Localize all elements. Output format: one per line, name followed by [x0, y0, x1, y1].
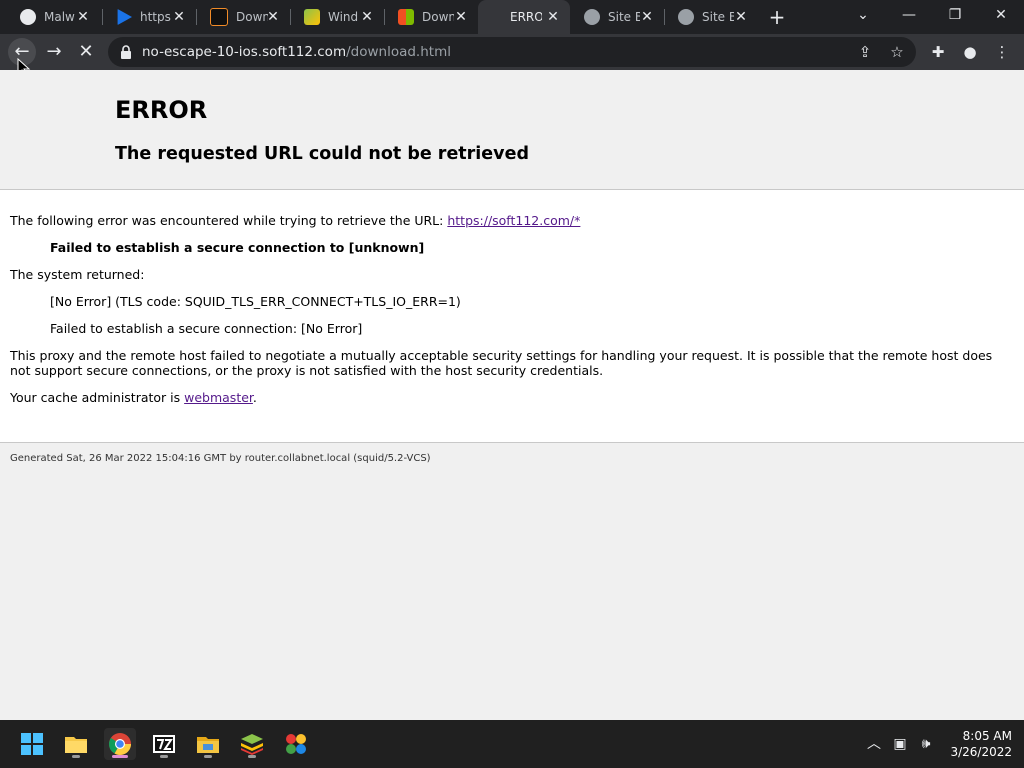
globe-icon — [584, 9, 600, 25]
tab-label: Site B — [608, 10, 640, 24]
profile-icon[interactable]: ● — [960, 42, 980, 62]
admin-suffix: . — [252, 390, 257, 405]
failure-message: Failed to establish a secure connection … — [50, 240, 425, 255]
share-icon[interactable]: ⇪ — [856, 43, 874, 61]
windows-start-button[interactable] — [16, 728, 48, 760]
download-app-icon — [210, 8, 228, 26]
taskbar-multi-app[interactable] — [280, 728, 312, 760]
tab-label: Site B — [702, 10, 734, 24]
webmaster-link[interactable]: webmaster — [184, 390, 253, 405]
tab-label: Wind — [328, 10, 359, 24]
lock-icon[interactable] — [120, 45, 132, 59]
admin-prefix: Your cache administrator is — [10, 390, 185, 405]
page-title: ERROR — [115, 96, 208, 124]
tab-separator — [290, 9, 291, 25]
restore-button[interactable]: ❐ — [932, 0, 978, 34]
bluestacks-icon — [304, 9, 320, 25]
requested-url-link[interactable]: https://soft112.com/* — [447, 213, 580, 228]
error-page: ERROR The requested URL could not be ret… — [0, 70, 1024, 720]
tab-search-chevron-down-icon[interactable]: ⌄ — [840, 0, 886, 34]
running-indicator — [160, 755, 168, 758]
bookmark-star-icon[interactable]: ☆ — [888, 43, 906, 61]
secure-connection-failure: Failed to establish a secure connection:… — [50, 321, 363, 336]
tab-close-icon[interactable]: ✕ — [266, 10, 280, 24]
tab-download-1[interactable]: Down ✕ — [198, 0, 290, 34]
intro-text: The following error was encountered whil… — [10, 213, 448, 228]
tab-site-b-2[interactable]: Site B ✕ — [666, 0, 758, 34]
address-bar[interactable]: no-escape-10-ios.soft112.com/download.ht… — [108, 37, 916, 67]
running-indicator — [248, 755, 256, 758]
multi-app-icon — [286, 734, 306, 754]
taskbar-folder[interactable] — [192, 728, 224, 760]
clock-time: 8:05 AM — [962, 729, 1012, 743]
generated-footer: Generated Sat, 26 Mar 2022 15:04:16 GMT … — [10, 453, 431, 464]
stop-loading-button[interactable]: ✕ — [72, 38, 100, 66]
taskbar-file-explorer[interactable] — [60, 728, 92, 760]
tab-windows[interactable]: Wind ✕ — [292, 0, 384, 34]
tls-code: [No Error] (TLS code: SQUID_TLS_ERR_CONN… — [50, 294, 461, 309]
tab-close-icon[interactable]: ✕ — [454, 10, 468, 24]
tab-malware[interactable]: Malw ✕ — [8, 0, 100, 34]
system-clock[interactable]: 8:05 AM 3/26/2022 — [940, 728, 1012, 760]
microsoft-icon — [398, 9, 414, 25]
tab-separator — [384, 9, 385, 25]
tab-close-icon[interactable]: ✕ — [640, 10, 654, 24]
menu-kebab-icon[interactable]: ⋮ — [992, 42, 1012, 62]
tab-separator — [196, 9, 197, 25]
clock-date: 3/26/2022 — [950, 745, 1012, 759]
taskbar-chrome[interactable] — [104, 728, 136, 760]
globe-icon — [678, 9, 694, 25]
tab-download-2[interactable]: Down ✕ — [386, 0, 478, 34]
taskbar-7zip[interactable] — [148, 728, 180, 760]
explanation-paragraph: This proxy and the remote host failed to… — [10, 348, 993, 378]
browser-toolbar: ← → ✕ no-escape-10-ios.soft112.com/downl… — [0, 34, 1024, 70]
tab-close-icon[interactable]: ✕ — [172, 10, 186, 24]
tab-label: Down — [422, 10, 454, 24]
volume-icon[interactable]: 🕪 — [916, 734, 936, 754]
tab-label: Malw — [44, 10, 75, 24]
new-tab-button[interactable]: + — [766, 6, 788, 28]
tab-error-active[interactable]: ERRO ✕ — [478, 0, 570, 34]
tab-close-icon[interactable]: ✕ — [360, 10, 374, 24]
tab-separator — [664, 9, 665, 25]
play-triangle-icon — [117, 9, 132, 25]
running-indicator — [72, 755, 80, 758]
tab-label: https: — [140, 10, 172, 24]
close-window-button[interactable]: ✕ — [978, 0, 1024, 34]
tab-label: ERRO — [510, 10, 542, 24]
taskbar-bluestacks[interactable] — [236, 728, 268, 760]
network-icon[interactable]: ▣ — [890, 734, 910, 754]
tab-close-icon[interactable]: ✕ — [546, 10, 560, 24]
extensions-puzzle-icon[interactable]: ✚ — [928, 42, 948, 62]
windows-start-icon — [21, 733, 43, 755]
tab-close-icon[interactable]: ✕ — [734, 10, 748, 24]
tab-https[interactable]: https: ✕ — [104, 0, 196, 34]
error-intro: The following error was encountered whil… — [10, 213, 580, 228]
tab-separator — [102, 9, 103, 25]
running-indicator — [204, 755, 212, 758]
page-subtitle: The requested URL could not be retrieved — [115, 144, 529, 164]
minimize-button[interactable]: — — [886, 0, 932, 34]
url-text[interactable]: no-escape-10-ios.soft112.com/download.ht… — [142, 44, 451, 60]
windows-taskbar: ︿ ▣ 🕪 8:05 AM 3/26/2022 — [0, 720, 1024, 768]
admin-line: Your cache administrator is webmaster. — [10, 390, 257, 405]
error-content: The following error was encountered whil… — [0, 190, 1024, 443]
tab-close-icon[interactable]: ✕ — [76, 10, 90, 24]
url-path: /download.html — [346, 44, 451, 60]
browser-tab-strip: Malw ✕ https: ✕ Down ✕ Wind ✕ Down ✕ ERR… — [0, 0, 1024, 34]
url-domain: no-escape-10-ios.soft112.com — [142, 44, 347, 60]
active-indicator — [112, 755, 128, 758]
tray-chevron-up-icon[interactable]: ︿ — [864, 734, 884, 754]
error-header: ERROR The requested URL could not be ret… — [0, 70, 1024, 190]
tab-site-b-1[interactable]: Site B ✕ — [572, 0, 664, 34]
system-returned-label: The system returned: — [10, 267, 145, 282]
github-icon — [20, 9, 36, 25]
forward-button[interactable]: → — [40, 38, 68, 66]
tab-label: Down — [236, 10, 268, 24]
